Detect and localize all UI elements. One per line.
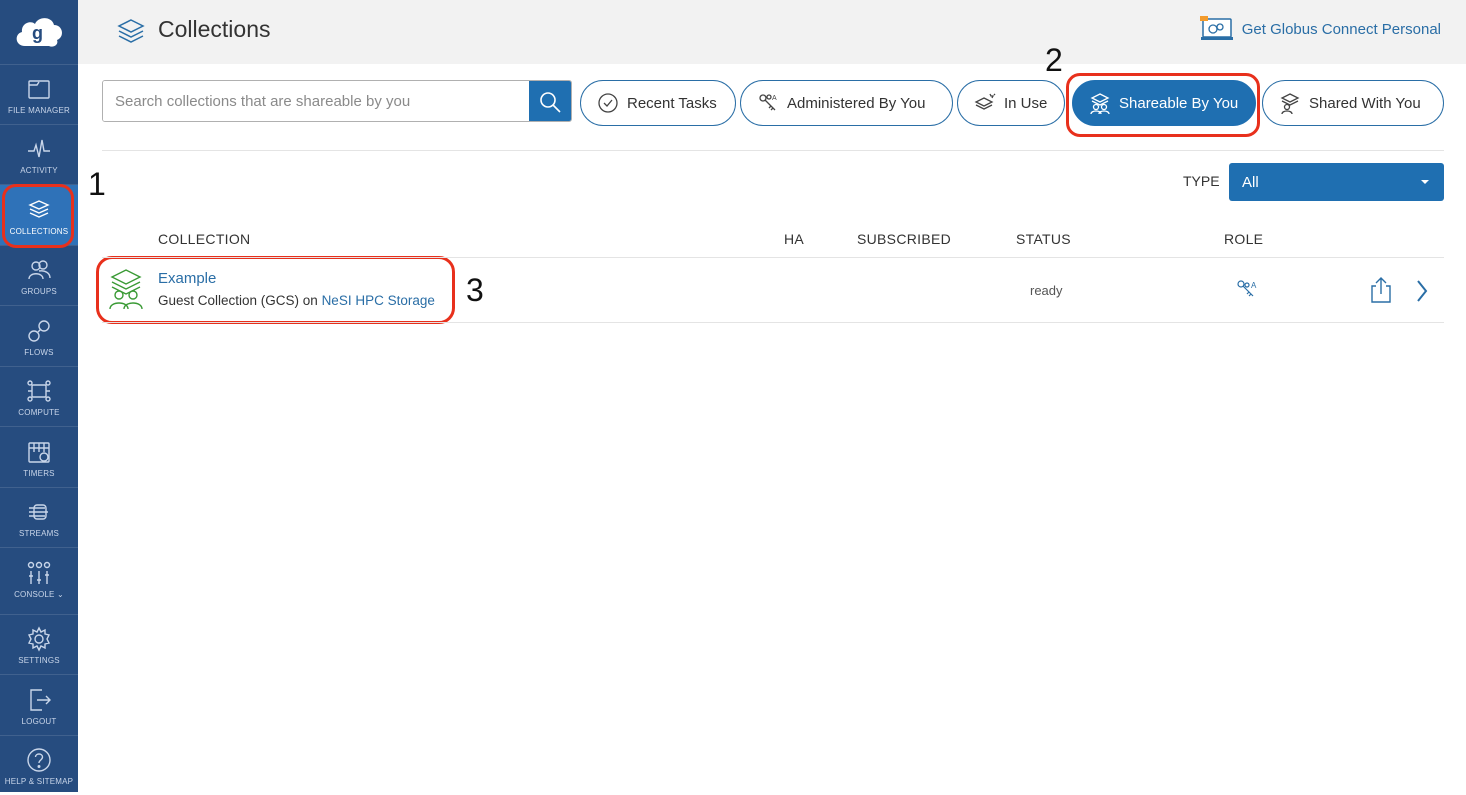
- help-icon: [27, 748, 51, 772]
- administrator-role-icon: A: [1237, 280, 1257, 297]
- streams-icon: [29, 504, 48, 520]
- filter-label: In Use: [1004, 94, 1048, 112]
- sidebar-item-streams[interactable]: STREAMS: [0, 487, 78, 547]
- get-globus-connect-personal-label: Get Globus Connect Personal: [1241, 20, 1441, 38]
- svg-text:g: g: [32, 23, 43, 43]
- collections-icon: [28, 200, 50, 218]
- filter-label: Shareable By You: [1119, 94, 1239, 112]
- page-title: Collections: [158, 16, 271, 42]
- caret-down-icon: [1421, 180, 1429, 184]
- filter-label: Shared With You: [1309, 94, 1421, 112]
- callout-number: 2: [1045, 42, 1063, 78]
- sidebar-item-label: LOGOUT: [21, 717, 57, 726]
- collections-icon: [117, 19, 145, 43]
- column-header-ha[interactable]: HA: [784, 231, 804, 247]
- sidebar-item-console[interactable]: CONSOLE ⌄: [0, 548, 78, 608]
- sidebar-item-activity[interactable]: ACTIVITY: [0, 124, 78, 184]
- filter-shared-with-you[interactable]: Shared With You: [1262, 80, 1444, 126]
- console-icon: [27, 561, 51, 584]
- sidebar-item-file-manager[interactable]: FILE MANAGER: [0, 64, 78, 124]
- filter-recent-tasks[interactable]: Recent Tasks: [580, 80, 736, 126]
- sidebar-item-label: SETTINGS: [18, 656, 60, 665]
- sidebar-item-compute[interactable]: COMPUTE: [0, 366, 78, 426]
- type-filter-select[interactable]: All: [1229, 163, 1444, 201]
- settings-icon: [27, 626, 51, 652]
- guest-collection-icon: [109, 269, 143, 310]
- sidebar-item-label: CONSOLE ⌄: [14, 590, 64, 599]
- activity-icon: [28, 139, 50, 158]
- chevron-right-icon[interactable]: [1414, 278, 1430, 304]
- filter-label: Administered By You: [787, 94, 926, 112]
- filter-shareable-by-you[interactable]: Shareable By You: [1072, 80, 1256, 126]
- search-icon: [540, 92, 561, 113]
- file-manager-icon: [28, 80, 50, 99]
- groups-icon: [28, 260, 51, 280]
- column-header-subscribed[interactable]: SUBSCRIBED: [857, 231, 951, 247]
- timers-icon: [28, 442, 50, 463]
- sidebar-item-label: COMPUTE: [18, 408, 60, 417]
- host-collection-link[interactable]: NeSI HPC Storage: [322, 293, 435, 308]
- sidebar-item-groups[interactable]: GROUPS: [0, 245, 78, 305]
- filter-administered-by-you[interactable]: A Administered By You: [740, 80, 953, 126]
- compute-icon: [27, 380, 51, 402]
- globus-logo[interactable]: g: [0, 0, 78, 64]
- get-globus-connect-personal-link[interactable]: Get Globus Connect Personal: [1199, 16, 1441, 42]
- sidebar-item-logout[interactable]: LOGOUT: [0, 675, 78, 735]
- sidebar: g FILE MANAGER ACTIVITY COLLECTIONS GROU…: [0, 0, 78, 792]
- callout-number: 1: [88, 166, 106, 202]
- divider: [102, 150, 1444, 151]
- filter-in-use[interactable]: In Use: [957, 80, 1065, 126]
- sidebar-item-label: TIMERS: [23, 469, 55, 478]
- callout-number: 3: [466, 272, 484, 308]
- sidebar-item-help[interactable]: HELP & SITEMAP: [0, 735, 78, 795]
- collection-subtitle: Guest Collection (GCS) on NeSI HPC Stora…: [158, 293, 435, 308]
- column-header-role[interactable]: ROLE: [1224, 231, 1263, 247]
- svg-text:A: A: [1251, 281, 1257, 290]
- sidebar-item-label: COLLECTIONS: [9, 227, 69, 236]
- sidebar-item-timers[interactable]: TIMERS: [0, 427, 78, 487]
- globus-connect-personal-icon: [1199, 16, 1233, 40]
- globus-logo-icon: g: [16, 18, 63, 47]
- share-icon[interactable]: [1370, 276, 1392, 304]
- filter-label: Recent Tasks: [627, 94, 717, 112]
- divider: [102, 257, 1444, 258]
- search-button[interactable]: [529, 81, 571, 121]
- admin-keys-icon: A: [759, 94, 777, 111]
- search-input[interactable]: [103, 81, 529, 121]
- sidebar-item-label: STREAMS: [18, 529, 60, 538]
- clock-check-icon: [598, 93, 618, 113]
- collection-type-text: Guest Collection (GCS) on: [158, 293, 322, 308]
- search-box: [102, 80, 572, 122]
- shared-with-icon: [1280, 93, 1300, 114]
- sidebar-item-settings[interactable]: SETTINGS: [0, 614, 78, 674]
- in-use-icon: [974, 93, 996, 110]
- column-header-collection[interactable]: COLLECTION: [158, 231, 250, 247]
- sidebar-item-label: FLOWS: [24, 348, 54, 357]
- collection-status: ready: [1030, 283, 1063, 298]
- logout-icon: [30, 689, 51, 711]
- divider: [102, 322, 1444, 323]
- collection-name-link[interactable]: Example: [158, 270, 216, 287]
- highlight-collection-row: [96, 256, 455, 324]
- column-header-status[interactable]: STATUS: [1016, 231, 1071, 247]
- type-filter-label: TYPE: [1183, 173, 1220, 189]
- sidebar-item-label: ACTIVITY: [20, 166, 58, 175]
- sidebar-item-label: FILE MANAGER: [8, 106, 70, 115]
- shareable-icon: [1090, 93, 1110, 114]
- svg-text:A: A: [772, 95, 777, 102]
- sidebar-item-flows[interactable]: FLOWS: [0, 306, 78, 366]
- sidebar-item-label: GROUPS: [21, 287, 57, 296]
- sidebar-item-label: HELP & SITEMAP: [4, 777, 74, 786]
- sidebar-item-collections[interactable]: COLLECTIONS: [0, 185, 78, 245]
- type-filter-value: All: [1242, 173, 1259, 191]
- flows-icon: [28, 320, 50, 342]
